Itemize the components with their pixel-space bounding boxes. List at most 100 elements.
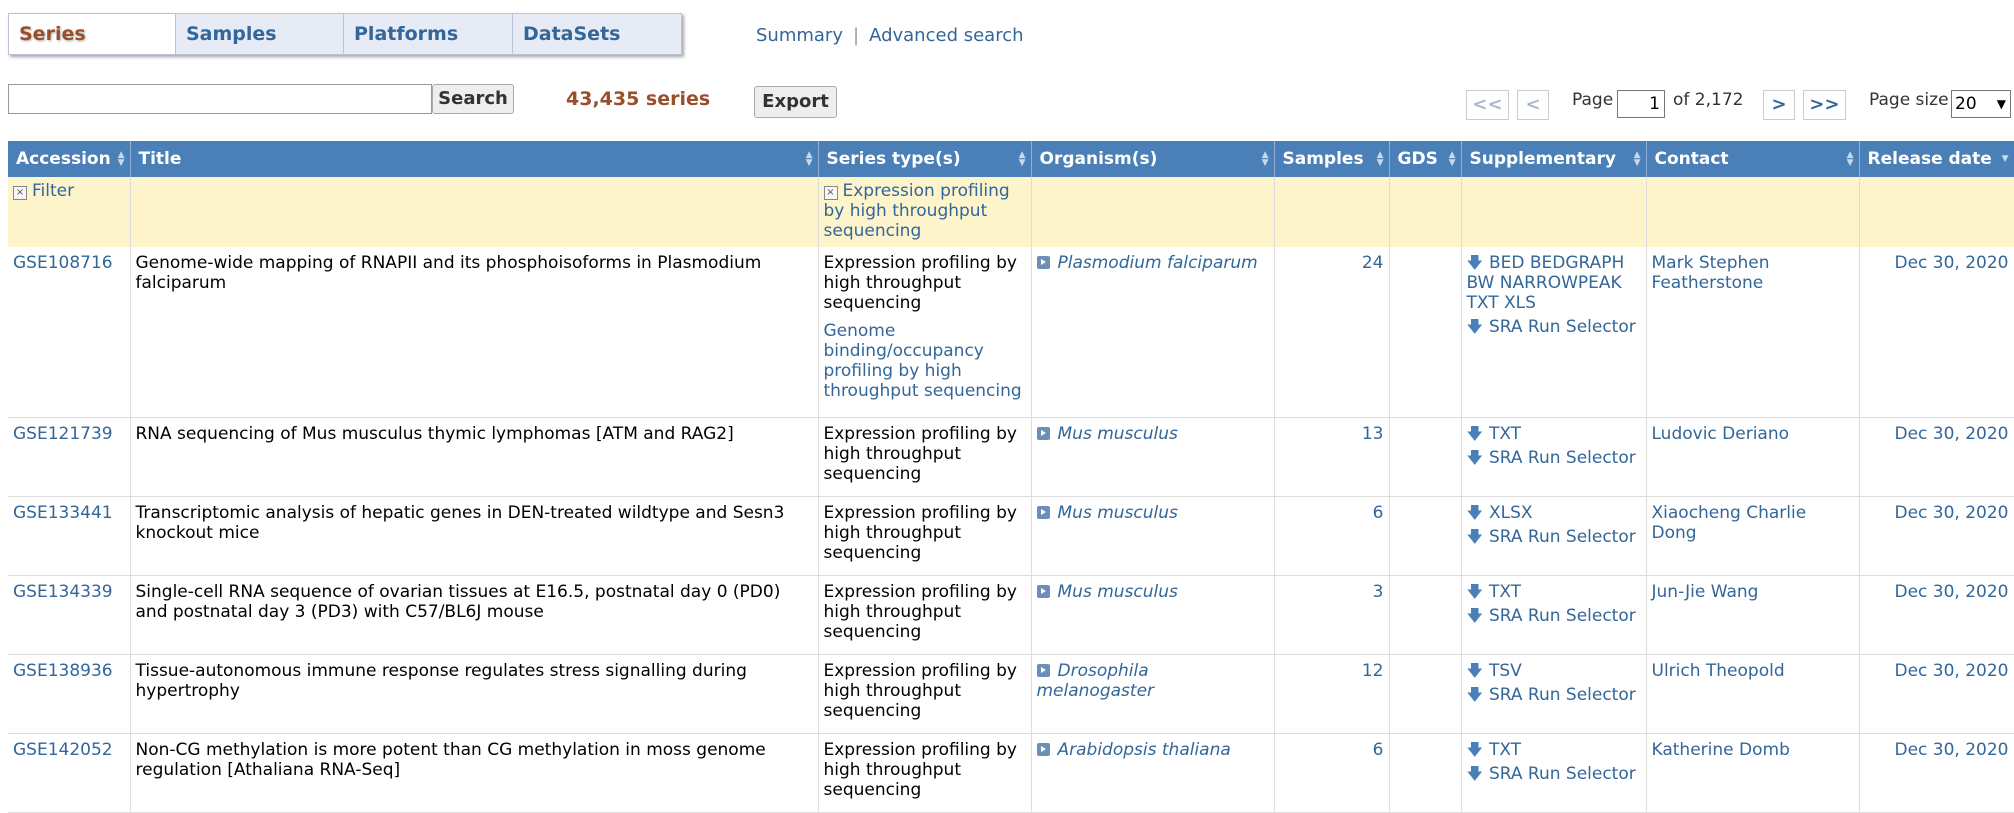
col-release-date[interactable]: Release date ▼ — [1859, 141, 2014, 177]
samples-count[interactable]: 3 — [1373, 582, 1384, 602]
col-title[interactable]: Title ▲ ▼ — [130, 141, 819, 177]
tab-samples[interactable]: Samples — [176, 14, 344, 54]
filter-row: × Filter × Expression profiling by high th… — [8, 177, 2014, 247]
page-number-input[interactable]: 1 — [1617, 90, 1665, 118]
sra-run-selector-link[interactable]: 🡇 SRA Run Selector — [1467, 606, 1641, 626]
organism-icon[interactable] — [1036, 584, 1050, 598]
col-gds[interactable]: GDS ▲ ▼ — [1389, 141, 1462, 177]
next-page-button[interactable]: > — [1763, 90, 1795, 120]
filter-toggle[interactable]: × Filter — [13, 181, 74, 201]
sra-run-selector-link[interactable]: 🡇 SRA Run Selector — [1467, 685, 1641, 705]
search-button[interactable]: Search — [432, 84, 514, 114]
samples-count[interactable]: 6 — [1373, 740, 1384, 760]
series-type-link[interactable]: Genome binding/occupancy profiling by hi… — [824, 321, 1026, 401]
release-date: Dec 30, 2020 — [1894, 739, 2009, 760]
contact-link[interactable]: Ludovic Deriano — [1652, 424, 1790, 444]
download-icon: 🡇 — [1466, 660, 1483, 680]
organism-link[interactable]: Plasmodium falciparum — [1058, 253, 1258, 273]
tab-series[interactable]: Series — [9, 14, 176, 54]
col-series-type[interactable]: Series type(s) ▲ ▼ — [818, 141, 1032, 177]
sort-icon: ▲ ▼ — [117, 150, 125, 168]
page-size-select[interactable]: 20 ▼ — [1951, 90, 2011, 118]
organism-icon[interactable] — [1036, 256, 1050, 269]
table-header: Accession ▲ ▼ Title ▲ ▼ Series type(s) ▲ ▼ Org… — [8, 141, 2014, 177]
row-title: Non-CG methylation is more potent than C… — [130, 733, 819, 813]
last-page-button[interactable]: >> — [1803, 90, 1846, 120]
samples-count[interactable]: 12 — [1362, 661, 1384, 681]
organism-link[interactable]: Mus musculus — [1058, 424, 1178, 444]
col-contact[interactable]: Contact ▲ ▼ — [1646, 141, 1860, 177]
row-title: Tissue-autonomous immune response regula… — [130, 654, 819, 734]
accession-link[interactable]: GSE121739 — [13, 424, 113, 444]
accession-link[interactable]: GSE138936 — [13, 661, 113, 681]
first-page-button[interactable]: << — [1466, 90, 1509, 120]
release-date: Dec 30, 2020 — [1894, 253, 2009, 273]
organism-link[interactable]: Arabidopsis thaliana — [1058, 740, 1231, 760]
supplementary-files-link[interactable]: 🡇 TXT — [1467, 582, 1641, 602]
sra-run-selector-link[interactable]: 🡇 SRA Run Selector — [1467, 317, 1641, 337]
sort-icon: ▲ ▼ — [1376, 150, 1384, 168]
contact-link[interactable]: Jun-Jie Wang — [1652, 582, 1759, 602]
samples-count[interactable]: 6 — [1373, 503, 1384, 523]
database-tabs: Series Samples Platforms DataSets — [8, 13, 682, 55]
close-box-icon: × — [823, 186, 838, 200]
download-icon: 🡇 — [1466, 317, 1483, 336]
sra-run-selector-link[interactable]: 🡇 SRA Run Selector — [1467, 764, 1641, 784]
sort-icon: ▲ ▼ — [1018, 150, 1026, 168]
organism-icon[interactable] — [1036, 505, 1050, 519]
row-title: Genome-wide mapping of RNAPII and its ph… — [130, 247, 819, 418]
prev-page-button[interactable]: < — [1517, 90, 1549, 120]
supplementary-files-link[interactable]: 🡇 BED BEDGRAPH BW NARROWPEAK TXT XLS — [1467, 253, 1641, 313]
search-input[interactable] — [8, 84, 432, 114]
summary-link[interactable]: Summary — [756, 25, 843, 46]
sort-icon: ▲ ▼ — [1261, 150, 1269, 168]
organism-icon[interactable] — [1036, 742, 1050, 756]
advanced-search-link[interactable]: Advanced search — [869, 25, 1023, 46]
samples-count[interactable]: 13 — [1362, 424, 1384, 444]
gds-cell — [1389, 496, 1462, 576]
tab-platforms[interactable]: Platforms — [344, 14, 513, 54]
contact-link[interactable]: Katherine Domb — [1652, 740, 1790, 760]
sort-icon: ▲ ▼ — [1633, 150, 1641, 168]
series-type: Expression profiling by high throughput … — [823, 253, 1017, 313]
col-organism[interactable]: Organism(s) ▲ ▼ — [1031, 141, 1275, 177]
series-type-filter[interactable]: × Expression profiling by high throughput… — [823, 181, 1010, 241]
top-links: Summary | Advanced search — [756, 25, 1024, 46]
supplementary-files-link[interactable]: 🡇 TXT — [1467, 424, 1641, 444]
contact-link[interactable]: Xiaocheng Charlie Dong — [1652, 503, 1807, 543]
organism-icon[interactable] — [1036, 663, 1050, 677]
download-icon: 🡇 — [1466, 763, 1483, 783]
accession-link[interactable]: GSE108716 — [13, 253, 113, 273]
series-type: Expression profiling by high throughput … — [818, 654, 1032, 734]
samples-count[interactable]: 24 — [1362, 253, 1384, 273]
supplementary-files-link[interactable]: 🡇 TSV — [1467, 661, 1641, 681]
gds-cell — [1389, 654, 1462, 734]
download-icon: 🡇 — [1466, 684, 1483, 704]
download-icon: 🡇 — [1466, 423, 1483, 443]
gds-cell — [1389, 417, 1462, 497]
organism-link[interactable]: Mus musculus — [1058, 582, 1178, 602]
col-samples[interactable]: Samples ▲ ▼ — [1274, 141, 1390, 177]
sra-run-selector-link[interactable]: 🡇 SRA Run Selector — [1467, 448, 1641, 468]
contact-link[interactable]: Mark Stephen Featherstone — [1652, 253, 1770, 293]
series-table: Accession ▲ ▼ Title ▲ ▼ Series type(s) ▲ ▼ Org… — [8, 141, 2014, 813]
sra-run-selector-link[interactable]: 🡇 SRA Run Selector — [1467, 527, 1641, 547]
accession-link[interactable]: GSE133441 — [13, 503, 113, 523]
organism-link[interactable]: Drosophila melanogaster — [1037, 661, 1155, 701]
supplementary-files-link[interactable]: 🡇 TXT — [1467, 740, 1641, 760]
supplementary-files-link[interactable]: 🡇 XLSX — [1467, 503, 1641, 523]
gds-cell — [1389, 575, 1462, 655]
table-row: GSE133441 Transcriptomic analysis of hep… — [8, 496, 2014, 576]
export-button[interactable]: Export — [754, 86, 837, 118]
tab-datasets[interactable]: DataSets — [513, 14, 681, 54]
accession-link[interactable]: GSE142052 — [13, 740, 113, 760]
page-size-label: Page size — [1869, 90, 1949, 110]
contact-link[interactable]: Ulrich Theopold — [1652, 661, 1785, 681]
series-type: Expression profiling by high throughput … — [818, 496, 1032, 576]
organism-icon[interactable] — [1036, 426, 1050, 440]
organism-link[interactable]: Mus musculus — [1058, 503, 1178, 523]
col-supplementary[interactable]: Supplementary ▲ ▼ — [1461, 141, 1647, 177]
series-type: Expression profiling by high throughput … — [818, 417, 1032, 497]
col-accession[interactable]: Accession ▲ ▼ — [8, 141, 131, 177]
accession-link[interactable]: GSE134339 — [13, 582, 113, 602]
